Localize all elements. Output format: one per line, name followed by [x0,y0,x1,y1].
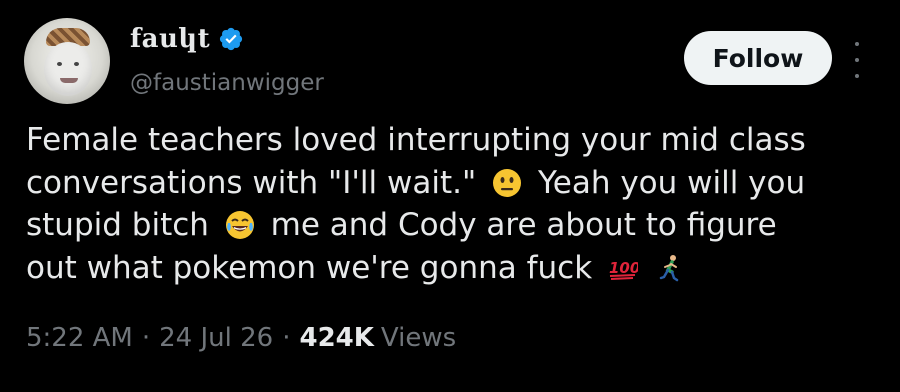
tweet-text-line: out what pokemon we're gonna fuck 100 [26,247,886,290]
meta-separator: · [141,323,151,353]
views-label: Views [380,323,457,353]
author-handle[interactable]: @faustianwigger [130,70,324,96]
author-name-row: fauկt [130,22,244,56]
tweet-time[interactable]: 5:22 AM [26,323,133,353]
follow-button[interactable]: Follow [684,31,832,85]
hundred-points-emoji: 100 [608,252,640,282]
meta-separator: · [282,323,291,353]
avatar[interactable] [24,18,110,104]
tweet-text-line: stupid bitch me and Cody are about to fi… [26,207,777,243]
tears-of-joy-emoji [225,209,255,239]
more-options-icon[interactable] [848,42,866,78]
tweet-text-line: Female teachers loved interrupting your … [26,122,806,158]
tweet-meta: 5:22 AM · 24 Jul 26 · 424K Views [26,323,456,353]
neutral-face-emoji [492,167,522,197]
views-count[interactable]: 424K [299,323,373,353]
tweet-text-line: conversations with "I'll wait." Yeah you… [26,164,806,201]
running-person-emoji [656,252,686,282]
tweet-card: fauկt @faustianwigger Follow Female teac… [0,0,900,392]
verified-badge-icon[interactable] [218,26,244,52]
tweet-date[interactable]: 24 Jul 26 [159,323,273,353]
avatar-face [44,42,92,96]
author-display-name[interactable]: fauկt [130,24,210,54]
tweet-text: Female teachers loved interrupting your … [26,119,886,289]
